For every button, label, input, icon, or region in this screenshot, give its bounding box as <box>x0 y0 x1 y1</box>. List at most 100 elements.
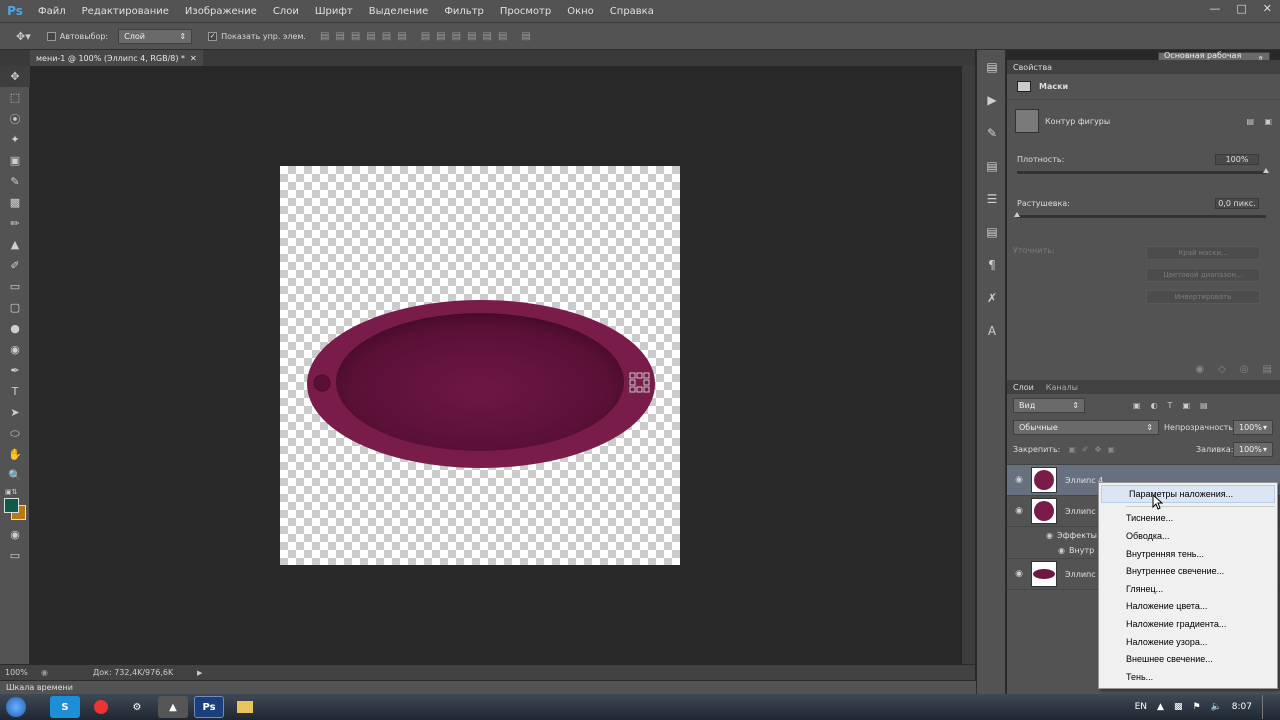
clone-source-icon[interactable]: ▤ <box>977 149 1007 182</box>
eye-icon[interactable]: ◉ <box>1007 546 1065 555</box>
glyphs-icon[interactable]: A <box>977 314 1007 347</box>
menu-type[interactable]: Шрифт <box>307 6 361 17</box>
show-controls-checkbox[interactable]: ✓ <box>208 31 218 41</box>
fill-field[interactable]: 100% ▾ <box>1233 441 1273 457</box>
path-select-tool-icon[interactable]: ➤ <box>0 402 30 423</box>
distribute-hcenter-icon[interactable]: ▤ <box>483 31 492 42</box>
eye-icon[interactable]: ◉ <box>1007 506 1031 516</box>
menu-image[interactable]: Изображение <box>177 6 265 17</box>
menu-select[interactable]: Выделение <box>361 6 437 17</box>
auto-align-icon[interactable]: ▤ <box>521 31 530 42</box>
apply-mask-icon[interactable]: ◇ <box>1218 364 1226 375</box>
paragraph-icon[interactable]: ¶ <box>977 248 1007 281</box>
filter-type-icon[interactable]: T <box>1168 401 1173 410</box>
tool-presets-icon[interactable]: ✗ <box>977 281 1007 314</box>
blur-tool-icon[interactable]: ● <box>0 318 30 339</box>
visibility-icon[interactable]: ◎ <box>1240 364 1249 375</box>
menu-layers[interactable]: Слои <box>265 6 307 17</box>
opacity-field[interactable]: 100% ▾ <box>1233 419 1273 435</box>
density-slider[interactable] <box>1017 168 1269 174</box>
export-icon[interactable]: ◉ <box>41 668 63 677</box>
menu-item-inner-glow[interactable]: Внутреннее свечение... <box>1099 562 1277 580</box>
menu-item-color-overlay[interactable]: Наложение цвета... <box>1099 598 1277 616</box>
trash-icon[interactable]: ▤ <box>1263 364 1272 375</box>
feather-slider[interactable] <box>1014 212 1266 218</box>
ellipse-tool-icon[interactable]: ⬭ <box>0 423 30 444</box>
menu-item-pattern-overlay[interactable]: Наложение узора... <box>1099 633 1277 651</box>
distribute-bottom-icon[interactable]: ▤ <box>452 31 461 42</box>
ellipse-artwork[interactable] <box>280 166 680 565</box>
mask-edge-button[interactable]: Край маски... <box>1146 246 1260 260</box>
feather-value[interactable]: 0,0 пикс. <box>1215 197 1259 209</box>
hand-tool-icon[interactable]: ✋ <box>0 444 30 465</box>
align-right-icon[interactable]: ▤ <box>397 31 406 42</box>
flag-icon[interactable]: ⚑ <box>1192 702 1200 712</box>
move-tool-preset-icon[interactable]: ✥▾ <box>16 30 31 43</box>
menu-help[interactable]: Справка <box>602 6 662 17</box>
distribute-left-icon[interactable]: ▤ <box>467 31 476 42</box>
quick-select-tool-icon[interactable]: ✦ <box>0 129 30 150</box>
show-desktop-button[interactable] <box>1262 695 1270 719</box>
distribute-vcenter-icon[interactable]: ▤ <box>436 31 445 42</box>
gradient-tool-icon[interactable]: ▢ <box>0 297 30 318</box>
yandex-browser-taskbar-icon[interactable] <box>86 696 116 718</box>
character-icon[interactable]: ▤ <box>977 215 1007 248</box>
timeline-tab[interactable]: Шкала времени <box>0 680 1005 694</box>
filter-adjustment-icon[interactable]: ◐ <box>1151 401 1158 410</box>
add-pixel-mask-icon[interactable]: ▤ <box>1246 117 1254 126</box>
pen-tool-icon[interactable]: ✒ <box>0 360 30 381</box>
autoselect-checkbox[interactable] <box>46 31 56 41</box>
default-colors-icon[interactable]: ▣⇅ <box>5 488 17 496</box>
align-top-icon[interactable]: ▤ <box>320 31 329 42</box>
screen-mode-icon[interactable]: ▭ <box>0 545 30 566</box>
menu-window[interactable]: Окно <box>559 6 602 17</box>
menu-item-blending-options[interactable]: Параметры наложения... <box>1101 485 1275 503</box>
menu-edit[interactable]: Редактирование <box>74 6 177 17</box>
align-bottom-icon[interactable]: ▤ <box>351 31 360 42</box>
clock[interactable]: 8:07 <box>1232 702 1252 712</box>
tray-arrow-icon[interactable]: ▲ <box>1157 702 1164 712</box>
tab-channels[interactable]: Каналы <box>1046 383 1078 392</box>
dodge-tool-icon[interactable]: ◉ <box>0 339 30 360</box>
menu-item-satin[interactable]: Глянец... <box>1099 580 1277 598</box>
align-left-icon[interactable]: ▤ <box>366 31 375 42</box>
app-taskbar-icon[interactable]: ▲ <box>158 696 188 718</box>
history-brush-tool-icon[interactable]: ✐ <box>0 255 30 276</box>
clone-stamp-tool-icon[interactable]: ▲ <box>0 234 30 255</box>
autoselect-dropdown[interactable]: Слой ⇕ <box>118 28 193 44</box>
lock-icons[interactable]: ▣✐✥▣ <box>1068 445 1121 454</box>
menu-item-outer-glow[interactable]: Внешнее свечение... <box>1099 650 1277 668</box>
density-slider-thumb[interactable] <box>1263 168 1269 173</box>
steam-taskbar-icon[interactable]: ⚙ <box>122 696 152 718</box>
close-tab-icon[interactable]: ✕ <box>190 54 197 63</box>
network-icon[interactable]: ▩ <box>1174 702 1183 712</box>
blend-mode-dropdown[interactable]: Обычные ⇕ <box>1013 419 1159 435</box>
document-tab[interactable]: мени-1 @ 100% (Эллипс 4, RGB/8) * ✕ <box>30 50 203 66</box>
photoshop-taskbar-icon[interactable]: Ps <box>194 696 224 718</box>
menu-item-drop-shadow[interactable]: Тень... <box>1099 668 1277 686</box>
invert-button[interactable]: Инвертировать <box>1146 290 1260 304</box>
eye-icon[interactable]: ◉ <box>1007 475 1031 485</box>
distribute-right-icon[interactable]: ▤ <box>498 31 507 42</box>
layer-filter-dropdown[interactable]: Вид ⇕ <box>1013 397 1085 413</box>
eraser-tool-icon[interactable]: ▭ <box>0 276 30 297</box>
add-vector-mask-icon[interactable]: ▣ <box>1264 117 1272 126</box>
lasso-tool-icon[interactable]: ⦿ <box>0 108 30 129</box>
menu-filter[interactable]: Фильтр <box>436 6 492 17</box>
color-range-button[interactable]: Цветовой диапазон... <box>1146 268 1260 282</box>
mask-thumbnail[interactable] <box>1015 109 1039 133</box>
density-value[interactable]: 100% <box>1215 153 1259 165</box>
minimize-icon[interactable]: — <box>1209 2 1220 15</box>
healing-brush-tool-icon[interactable]: ▩ <box>0 192 30 213</box>
zoom-tool-icon[interactable]: 🔍 <box>0 465 30 486</box>
menu-item-stroke[interactable]: Обводка... <box>1099 527 1277 545</box>
quick-mask-icon[interactable]: ◉ <box>0 524 30 545</box>
menu-item-gradient-overlay[interactable]: Наложение градиента... <box>1099 615 1277 633</box>
tab-layers[interactable]: Слои <box>1013 383 1034 392</box>
menu-item-inner-shadow[interactable]: Внутренняя тень... <box>1099 545 1277 563</box>
volume-icon[interactable]: 🔈 <box>1211 702 1222 712</box>
vertical-scrollbar[interactable] <box>962 66 975 682</box>
language-indicator[interactable]: EN <box>1135 702 1147 712</box>
eyedropper-tool-icon[interactable]: ✎ <box>0 171 30 192</box>
move-tool-icon[interactable]: ✥ <box>0 66 30 87</box>
